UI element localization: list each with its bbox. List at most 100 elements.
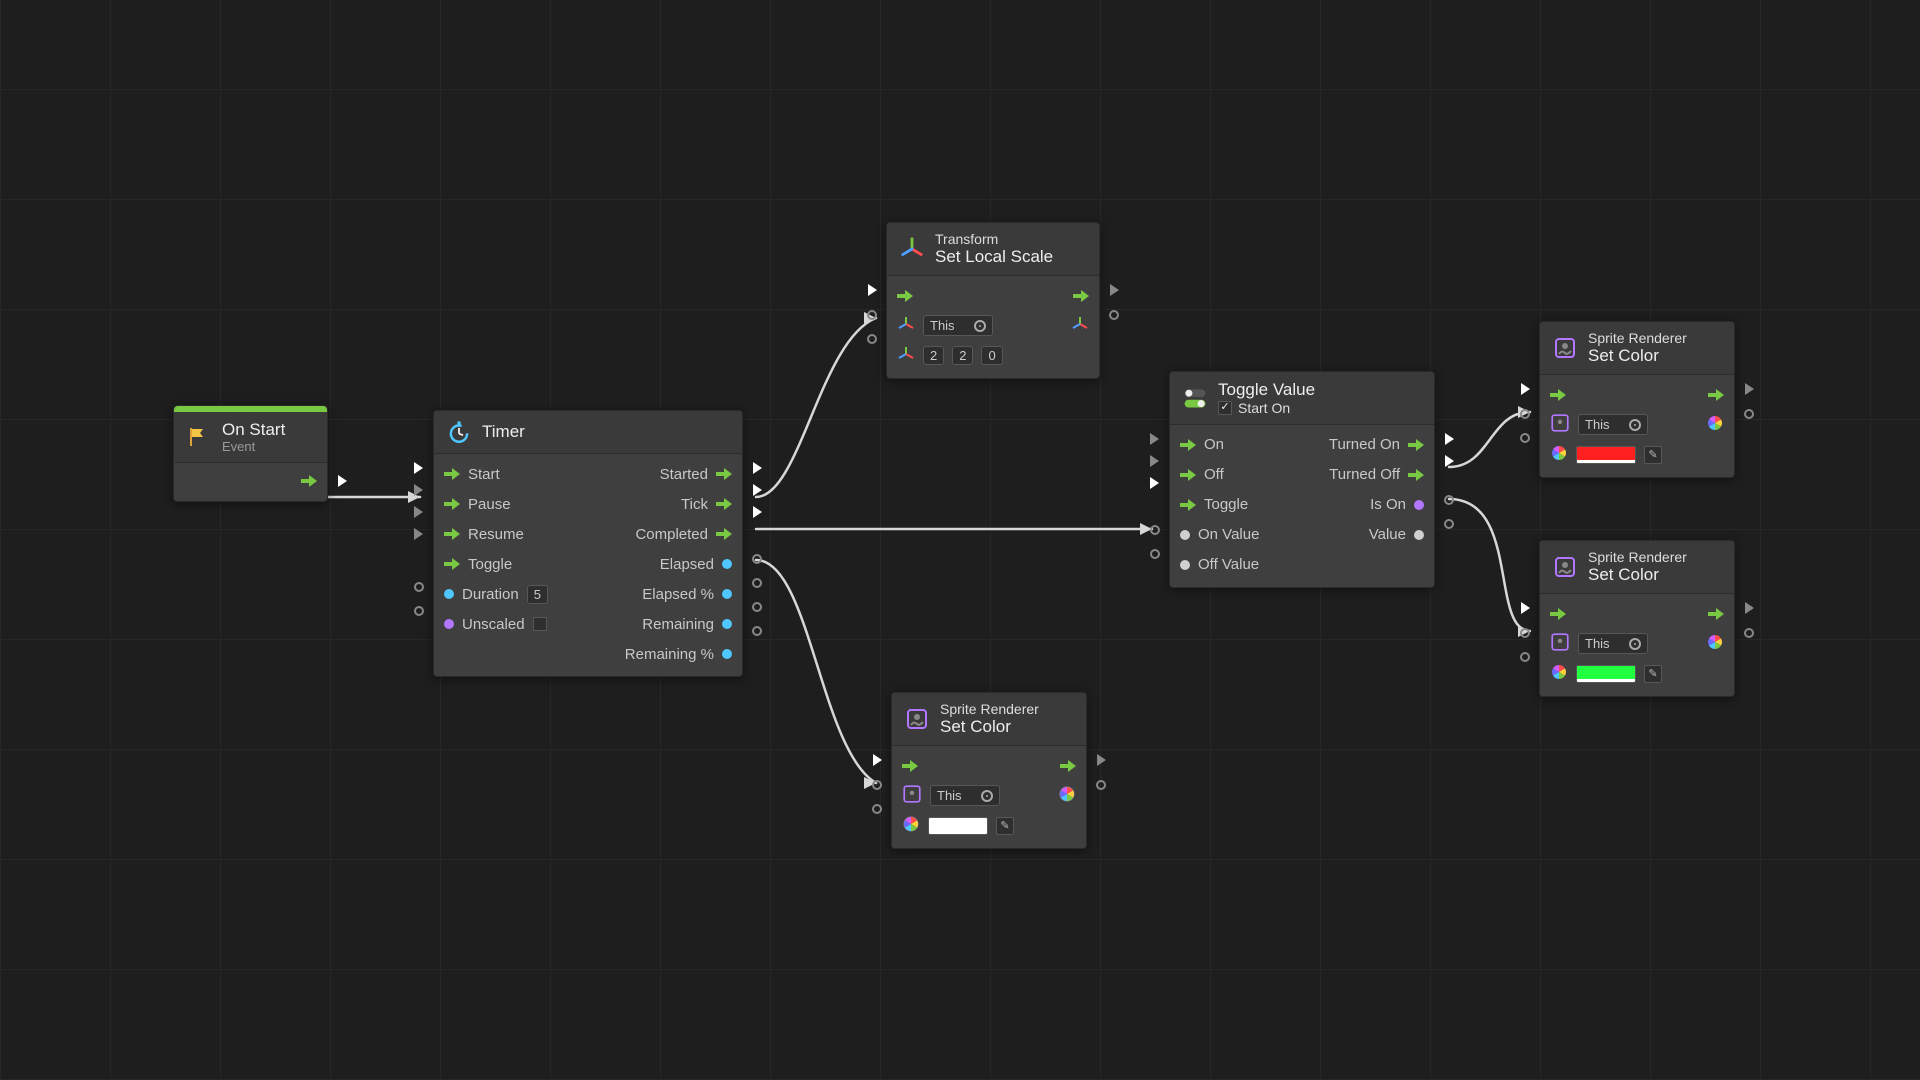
data-port-in[interactable] — [1180, 560, 1190, 570]
data-port-in[interactable] — [1520, 628, 1530, 638]
object-picker-icon[interactable] — [1629, 419, 1641, 431]
data-port-in[interactable] — [1520, 409, 1530, 419]
data-port-in[interactable] — [867, 310, 877, 320]
exec-out-icon[interactable] — [716, 528, 732, 540]
node-set-local-scale[interactable]: Transform Set Local Scale This 2 2 0 — [886, 222, 1100, 379]
data-port-out[interactable] — [752, 602, 762, 612]
exec-in-icon[interactable] — [444, 528, 460, 540]
object-picker-icon[interactable] — [981, 790, 993, 802]
exec-out-icon[interactable] — [716, 468, 732, 480]
exec-port-out[interactable] — [1745, 383, 1754, 395]
node-graph-canvas[interactable]: On Start Event Timer Start Started Pause… — [0, 0, 1920, 1080]
exec-port-out[interactable] — [1110, 284, 1119, 296]
exec-port-out[interactable] — [1097, 754, 1106, 766]
node-set-color[interactable]: Sprite RendererSet Color This ✎ — [1539, 540, 1735, 697]
data-port-out[interactable] — [752, 578, 762, 588]
exec-out-icon[interactable] — [1708, 389, 1724, 401]
object-picker-icon[interactable] — [974, 320, 986, 332]
exec-out-icon[interactable] — [1060, 760, 1076, 772]
data-port-out[interactable] — [1414, 500, 1424, 510]
exec-out-icon[interactable] — [1408, 439, 1424, 451]
color-swatch[interactable] — [928, 817, 988, 835]
vec-z-field[interactable]: 0 — [981, 346, 1002, 365]
exec-out-icon[interactable] — [301, 475, 317, 487]
data-port-in[interactable] — [867, 334, 877, 344]
color-swatch[interactable] — [1576, 665, 1636, 683]
node-timer[interactable]: Timer Start Started Pause Tick Resume Co… — [433, 410, 743, 677]
exec-port-in[interactable] — [414, 528, 423, 540]
exec-port-in[interactable] — [1521, 383, 1530, 395]
data-port-in[interactable] — [1520, 433, 1530, 443]
unscaled-checkbox[interactable] — [533, 617, 547, 631]
node-set-color[interactable]: Sprite Renderer Set Color This ✎ — [891, 692, 1087, 849]
eyedropper-icon[interactable]: ✎ — [996, 817, 1014, 835]
data-port-in[interactable] — [444, 619, 454, 629]
data-port-out[interactable] — [1744, 628, 1754, 638]
data-port-out[interactable] — [1109, 310, 1119, 320]
data-port-out[interactable] — [752, 626, 762, 636]
target-field[interactable]: This — [930, 785, 1000, 806]
node-set-color[interactable]: Sprite RendererSet Color This ✎ — [1539, 321, 1735, 478]
exec-in-icon[interactable] — [1180, 439, 1196, 451]
data-port-out[interactable] — [1444, 519, 1454, 529]
object-picker-icon[interactable] — [1629, 638, 1641, 650]
exec-port-out[interactable] — [753, 462, 762, 474]
exec-in-icon[interactable] — [444, 558, 460, 570]
exec-port-out[interactable] — [1445, 455, 1454, 467]
exec-in-icon[interactable] — [1180, 499, 1196, 511]
exec-port-out[interactable] — [1445, 433, 1454, 445]
data-port-out[interactable] — [722, 649, 732, 659]
data-port-in[interactable] — [414, 606, 424, 616]
data-port-in[interactable] — [1150, 525, 1160, 535]
exec-port-out[interactable] — [753, 484, 762, 496]
color-swatch[interactable] — [1576, 446, 1636, 464]
target-field[interactable]: This — [1578, 414, 1648, 435]
exec-port-out[interactable] — [1745, 602, 1754, 614]
data-port-out[interactable] — [722, 589, 732, 599]
exec-out-icon[interactable] — [1708, 608, 1724, 620]
exec-port-in[interactable] — [1150, 455, 1159, 467]
data-port-out[interactable] — [752, 554, 762, 564]
target-field[interactable]: This — [923, 315, 993, 336]
vec-y-field[interactable]: 2 — [952, 346, 973, 365]
data-port-in[interactable] — [414, 582, 424, 592]
exec-in-icon[interactable] — [444, 468, 460, 480]
exec-in-icon[interactable] — [902, 760, 918, 772]
data-port-in[interactable] — [872, 780, 882, 790]
data-port-in[interactable] — [1150, 549, 1160, 559]
exec-in-icon[interactable] — [1180, 469, 1196, 481]
exec-port-in[interactable] — [414, 484, 423, 496]
exec-port-in[interactable] — [414, 462, 423, 474]
exec-in-icon[interactable] — [897, 290, 913, 302]
data-port-in[interactable] — [444, 589, 454, 599]
exec-port-in[interactable] — [1150, 433, 1159, 445]
start-on-checkbox[interactable] — [1218, 401, 1232, 415]
data-port-in[interactable] — [872, 804, 882, 814]
target-field[interactable]: This — [1578, 633, 1648, 654]
eyedropper-icon[interactable]: ✎ — [1644, 446, 1662, 464]
exec-port-out[interactable] — [338, 475, 347, 487]
vec-x-field[interactable]: 2 — [923, 346, 944, 365]
exec-in-icon[interactable] — [444, 498, 460, 510]
node-on-start[interactable]: On Start Event — [173, 405, 328, 502]
exec-port-in[interactable] — [868, 284, 877, 296]
data-port-out[interactable] — [722, 559, 732, 569]
exec-in-icon[interactable] — [1550, 608, 1566, 620]
exec-port-in[interactable] — [873, 754, 882, 766]
exec-port-in[interactable] — [1150, 477, 1159, 489]
exec-in-icon[interactable] — [1550, 389, 1566, 401]
exec-port-in[interactable] — [1521, 602, 1530, 614]
exec-port-out[interactable] — [753, 506, 762, 518]
data-port-out[interactable] — [722, 619, 732, 629]
exec-out-icon[interactable] — [1073, 290, 1089, 302]
data-port-in[interactable] — [1520, 652, 1530, 662]
exec-port-in[interactable] — [414, 506, 423, 518]
data-port-out[interactable] — [1444, 495, 1454, 505]
data-port-out[interactable] — [1096, 780, 1106, 790]
data-port-out[interactable] — [1414, 530, 1424, 540]
duration-field[interactable]: 5 — [527, 585, 548, 604]
exec-out-icon[interactable] — [1408, 469, 1424, 481]
node-toggle-value[interactable]: Toggle Value Start On On Turned On Off T… — [1169, 371, 1435, 588]
eyedropper-icon[interactable]: ✎ — [1644, 665, 1662, 683]
data-port-in[interactable] — [1180, 530, 1190, 540]
